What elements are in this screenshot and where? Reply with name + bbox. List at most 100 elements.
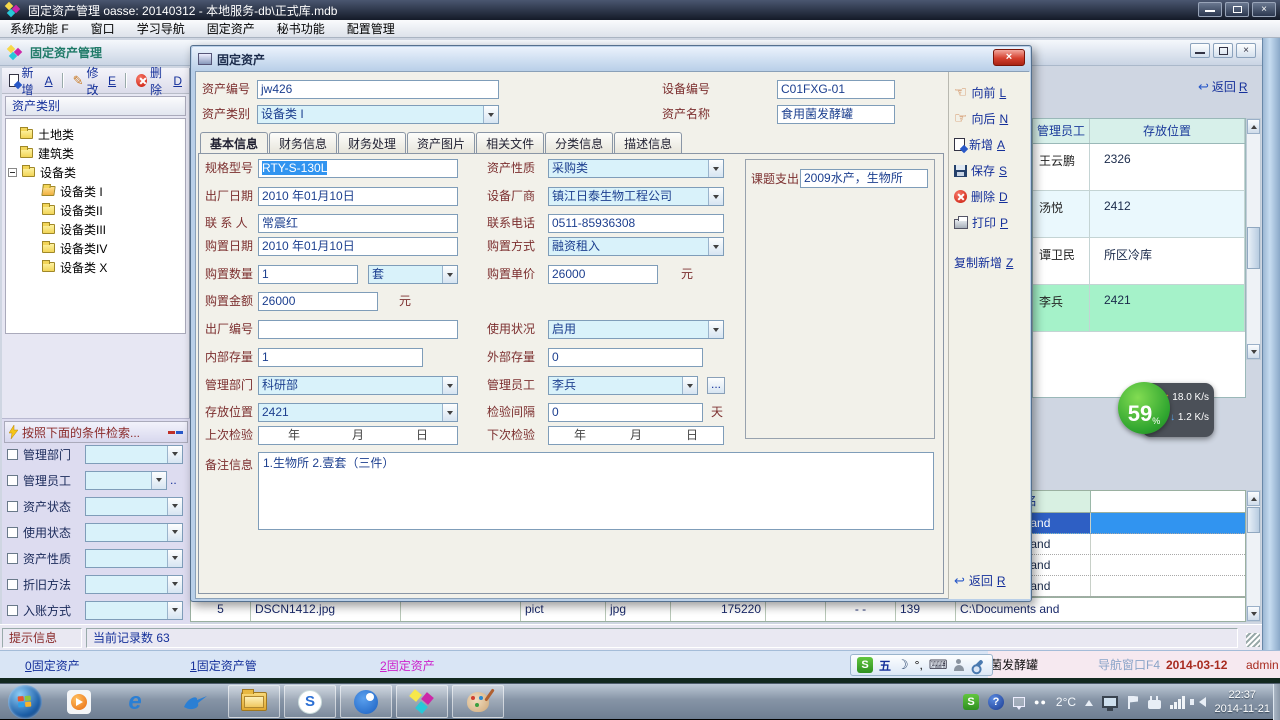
tree-item-equipment-2[interactable]: 设备类II xyxy=(42,201,103,219)
taskbar-asset-app-button[interactable] xyxy=(396,685,448,718)
mdi-close-button[interactable]: × xyxy=(1236,43,1256,58)
prev-button[interactable]: ☜ 向前L xyxy=(954,84,1006,101)
weather-temp[interactable]: 2°C xyxy=(1056,695,1076,709)
menu-system[interactable]: 系统功能 F xyxy=(10,20,69,37)
save-button[interactable]: 保存S xyxy=(954,162,1007,179)
dropdown-button[interactable] xyxy=(442,377,457,394)
nature-select[interactable]: 采购类 xyxy=(548,159,724,178)
table-row[interactable]: 汤悦 2412 xyxy=(1033,191,1245,238)
tab-classify-info[interactable]: 分类信息 xyxy=(545,132,613,154)
taskbar-paint-button[interactable] xyxy=(452,685,504,718)
price-input[interactable]: 26000 xyxy=(548,265,658,284)
person-icon[interactable] xyxy=(954,659,964,671)
nature-filter-select[interactable] xyxy=(85,549,183,568)
dept-filter-select[interactable] xyxy=(85,445,183,464)
dropdown-button[interactable] xyxy=(151,472,166,489)
copy-add-button[interactable]: 复制新增Z xyxy=(954,254,1013,271)
dialog-back-button[interactable]: ↩ 返回R xyxy=(954,572,1006,589)
vendor-select[interactable]: 镇江日泰生物工程公司 xyxy=(548,187,724,206)
file-list-row-selected[interactable]: nts and xyxy=(1009,513,1245,534)
tree-item-equipment-1[interactable]: 设备类 I xyxy=(42,182,103,200)
staff-select[interactable]: 李兵 xyxy=(548,376,698,395)
resize-grip[interactable] xyxy=(1246,633,1260,647)
table-row[interactable]: 王云鹏 2326 xyxy=(1033,144,1245,191)
buy-mode-select[interactable]: 融资租入 xyxy=(548,237,724,256)
file-list-row[interactable]: nts and xyxy=(1009,555,1245,576)
memory-ball[interactable]: 59 % xyxy=(1118,382,1170,434)
tree-item-equipment-4[interactable]: 设备类IV xyxy=(42,239,107,257)
speed-indicator[interactable]: ↑ 18.0 K/s ↓ 1.2 K/s 59 % xyxy=(1118,380,1214,440)
dropdown-button[interactable] xyxy=(483,106,498,123)
keyboard-icon[interactable]: ⌨ xyxy=(929,657,948,673)
asset-state-checkbox[interactable] xyxy=(7,501,18,512)
dropdown-button[interactable] xyxy=(167,498,182,515)
moon-icon[interactable]: ☽ xyxy=(897,657,909,673)
taskbar-wmp-icon[interactable] xyxy=(64,688,94,716)
mdi-minimize-button[interactable] xyxy=(1190,43,1210,58)
entry-mode-filter-select[interactable] xyxy=(85,601,183,620)
tab-basic-info[interactable]: 基本信息 xyxy=(200,132,268,154)
depreciation-filter-select[interactable] xyxy=(85,575,183,594)
tab-description[interactable]: 描述信息 xyxy=(614,132,682,154)
category-select[interactable]: 设备类 I xyxy=(257,105,499,124)
tree-item-equipment-3[interactable]: 设备类III xyxy=(42,220,106,238)
phone-input[interactable]: 0511-85936308 xyxy=(548,214,724,233)
taskbar-ie-icon[interactable]: e xyxy=(120,688,150,716)
category-add-button[interactable]: 新增A xyxy=(6,62,56,100)
asset-name-input[interactable]: 食用菌发酵罐 xyxy=(777,105,895,124)
location-select[interactable]: 2421 xyxy=(258,403,458,422)
collapse-icon[interactable] xyxy=(8,168,17,177)
dropdown-button[interactable] xyxy=(708,238,723,255)
file-list-row[interactable]: nts and xyxy=(1009,576,1245,597)
device-no-input[interactable]: C01FXG-01 xyxy=(777,80,895,99)
unit-select[interactable]: 套 xyxy=(368,265,458,284)
scroll-down-button[interactable] xyxy=(1247,606,1260,621)
tree-item-land[interactable]: 土地类 xyxy=(20,125,74,143)
scroll-up-button[interactable] xyxy=(1247,491,1260,506)
delete-button[interactable]: 删除D xyxy=(954,188,1008,205)
taskbar-sogou-button[interactable]: S xyxy=(284,685,336,718)
wintab-0[interactable]: 0固定资产 xyxy=(25,657,80,674)
tree-item-building[interactable]: 建筑类 xyxy=(20,144,74,162)
staff-filter-select[interactable] xyxy=(85,471,167,490)
serial-input[interactable] xyxy=(258,320,458,339)
dropdown-button[interactable] xyxy=(708,321,723,338)
start-button[interactable] xyxy=(8,685,42,719)
wintab-1[interactable]: 1固定资产管 xyxy=(190,657,257,674)
tree-item-equipment[interactable]: 设备类 xyxy=(8,163,76,181)
contact-input[interactable]: 常震红 xyxy=(258,214,458,233)
power-plug-icon[interactable] xyxy=(1148,700,1161,709)
dropdown-button[interactable] xyxy=(708,160,723,177)
tray-window-icon[interactable] xyxy=(1013,697,1025,707)
tab-related-files[interactable]: 相关文件 xyxy=(476,132,544,154)
dropdown-button[interactable] xyxy=(167,524,182,541)
mdi-back-button[interactable]: ↩ 返回R xyxy=(1198,78,1248,95)
taskbar-bird-icon[interactable] xyxy=(180,688,210,716)
asset-no-input[interactable]: jw426 xyxy=(257,80,499,99)
staff-more-button[interactable]: ... xyxy=(707,377,725,394)
entry-mode-checkbox[interactable] xyxy=(7,605,18,616)
dropdown-button[interactable] xyxy=(167,576,182,593)
interval-input[interactable]: 0 xyxy=(548,403,703,422)
nature-checkbox[interactable] xyxy=(7,553,18,564)
dropdown-button[interactable] xyxy=(442,266,457,283)
dropdown-button[interactable] xyxy=(167,446,182,463)
buy-date-input[interactable]: 2010 年01月10日 xyxy=(258,237,458,256)
table-row[interactable]: 谭卫民 所区冷库 xyxy=(1033,238,1245,285)
menu-window[interactable]: 窗口 xyxy=(91,20,115,37)
dept-select[interactable]: 科研部 xyxy=(258,376,458,395)
file-list-scrollbar[interactable] xyxy=(1246,490,1261,622)
tab-asset-photo[interactable]: 资产图片 xyxy=(407,132,475,154)
dropdown-button[interactable] xyxy=(442,404,457,421)
internal-qty-input[interactable]: 1 xyxy=(258,348,423,367)
depreciation-checkbox[interactable] xyxy=(7,579,18,590)
next-check-input[interactable]: 年月日 xyxy=(548,426,724,445)
action-center-flag-icon[interactable] xyxy=(1127,696,1139,709)
menu-fixed-assets[interactable]: 固定资产 xyxy=(207,20,255,37)
remark-textarea[interactable]: 1.生物所 2.壹套（三件） xyxy=(258,452,934,530)
signal-bars-icon[interactable] xyxy=(1170,696,1185,709)
dropdown-button[interactable] xyxy=(682,377,697,394)
category-delete-button[interactable]: 删除D xyxy=(133,62,185,100)
qty-input[interactable]: 1 xyxy=(258,265,358,284)
use-state-filter-select[interactable] xyxy=(85,523,183,542)
